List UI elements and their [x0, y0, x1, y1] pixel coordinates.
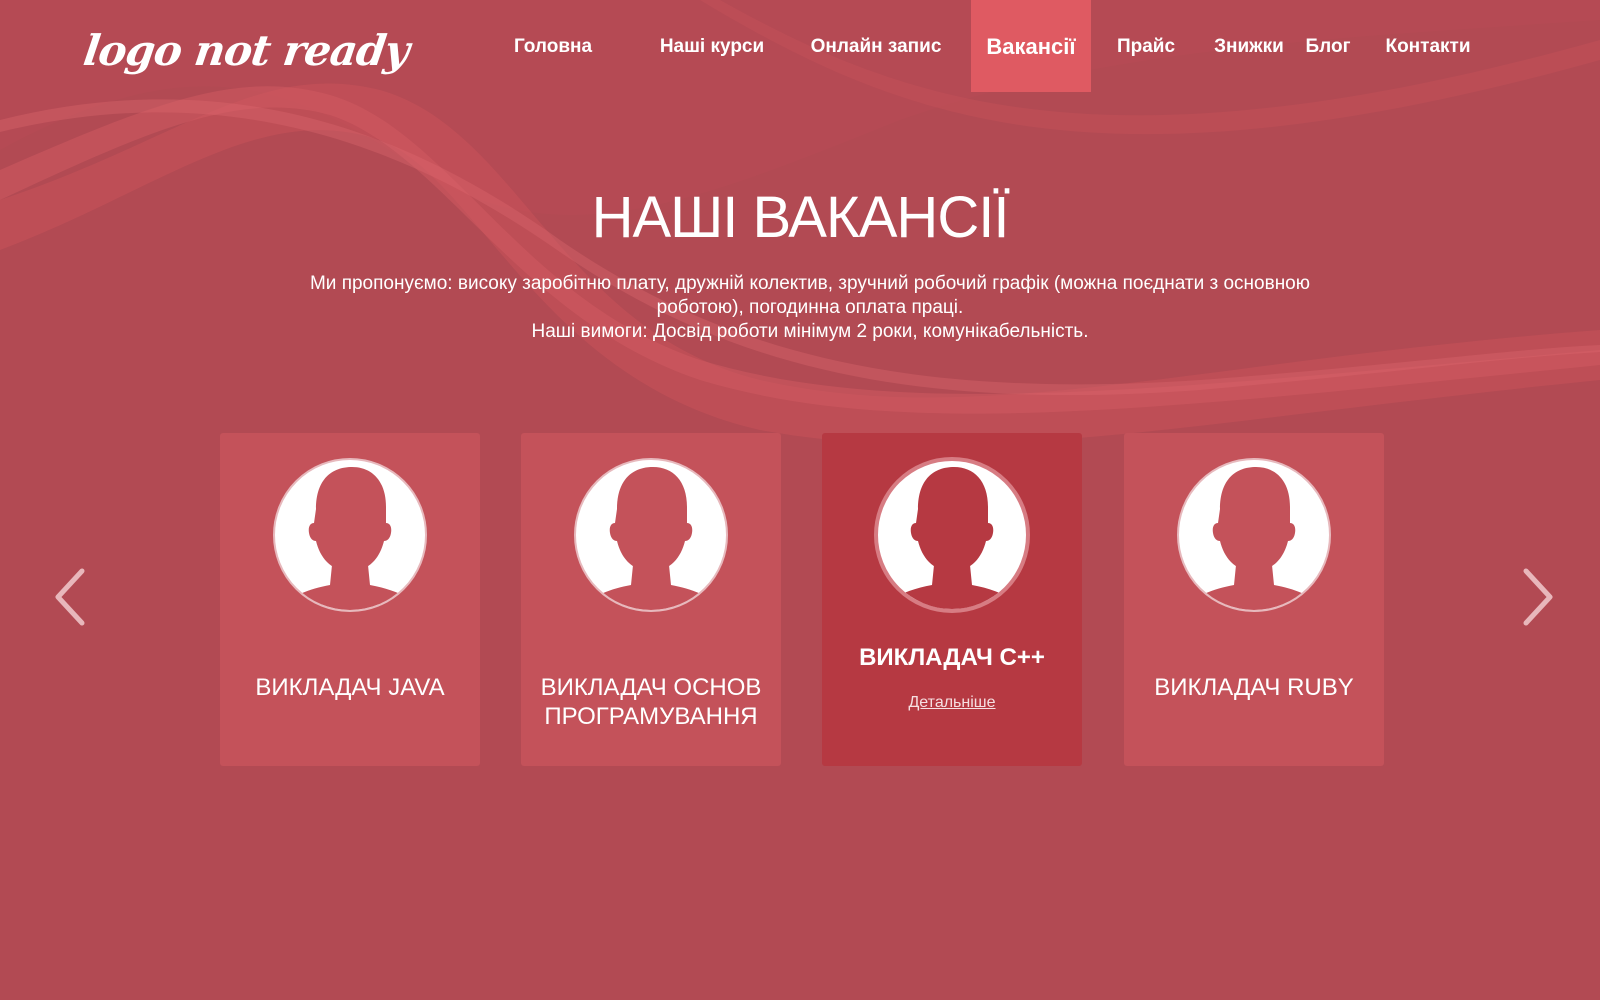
vacancy-card-cpp[interactable]: Викладач C++ Детальніше — [822, 433, 1082, 766]
details-link[interactable]: Детальніше — [822, 694, 1082, 712]
vacancy-title: Викладач RUBY — [1154, 674, 1354, 701]
vacancy-title: Викладач C++ — [859, 644, 1045, 671]
nav-item-blog[interactable]: Блог — [1298, 0, 1358, 92]
page-title: НАШІ ВАКАНСІЇ — [591, 185, 1010, 250]
vacancies-description: Ми пропонуємо: високу заробітню плату, д… — [260, 272, 1360, 344]
user-silhouette-icon — [1177, 458, 1331, 612]
avatar — [573, 457, 729, 613]
nav-item-home[interactable]: Головна — [496, 0, 610, 92]
vacancy-card-programming-basics[interactable]: Викладач основ програмування — [521, 433, 781, 766]
user-silhouette-icon — [874, 457, 1030, 613]
main-nav: Головна Наші курси Онлайн запис Вакансії… — [0, 0, 1600, 92]
description-line-offer-cont: роботою), погодинна оплата праці. — [656, 297, 964, 318]
nav-item-price[interactable]: Прайс — [1108, 0, 1184, 92]
avatar — [1176, 457, 1332, 613]
nav-item-contacts[interactable]: Контакти — [1376, 0, 1480, 92]
carousel-next-button[interactable] — [1518, 567, 1558, 627]
nav-item-discounts[interactable]: Знижки — [1205, 0, 1293, 92]
chevron-left-icon — [55, 568, 85, 626]
nav-item-courses[interactable]: Наші курси — [645, 0, 779, 92]
vacancy-card-java[interactable]: Викладач JAVA — [220, 433, 480, 766]
user-silhouette-icon — [273, 458, 427, 612]
avatar — [874, 457, 1030, 613]
vacancy-title: Викладач основ програмування — [540, 674, 762, 730]
nav-item-vacancies[interactable]: Вакансії — [971, 0, 1091, 92]
nav-item-online-signup[interactable]: Онлайн запис — [801, 0, 951, 92]
description-line-offer: Ми пропонуємо: високу заробітню плату, д… — [309, 273, 1310, 294]
carousel-prev-button[interactable] — [50, 567, 90, 627]
vacancy-card-ruby[interactable]: Викладач RUBY — [1124, 433, 1384, 766]
description-line-requirements: Наші вимоги: Досвід роботи мінімум 2 рок… — [531, 321, 1089, 342]
avatar — [272, 457, 428, 613]
vacancy-title: Викладач JAVA — [255, 674, 445, 701]
page: logo not ready Головна Наші курси Онлайн… — [0, 0, 1600, 1000]
user-silhouette-icon — [574, 458, 728, 612]
chevron-right-icon — [1523, 568, 1553, 626]
